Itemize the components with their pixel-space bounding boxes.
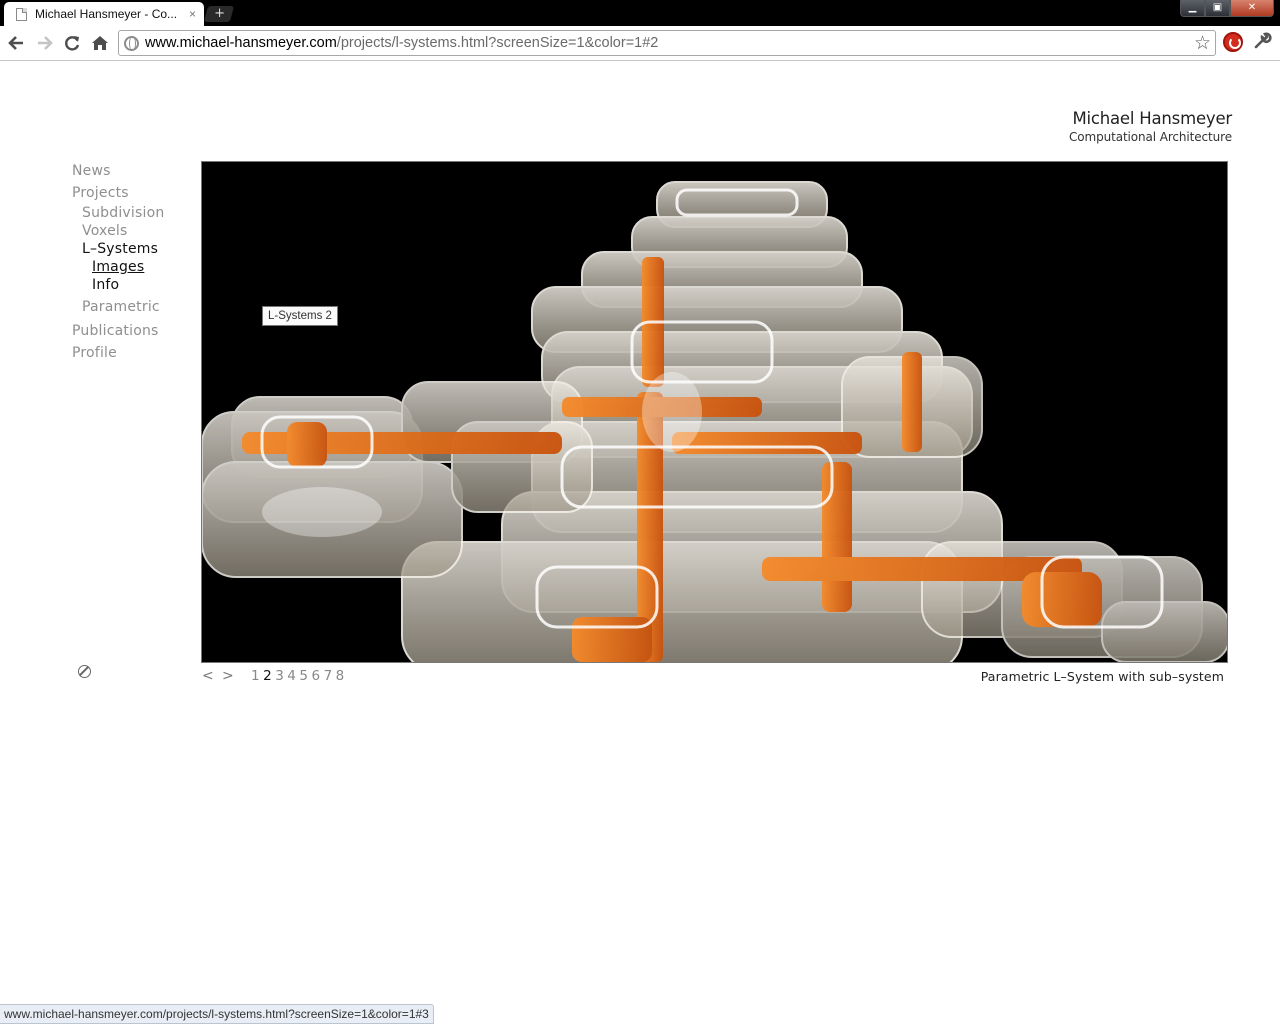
menu-item-voxels[interactable]: Voxels [82,223,127,239]
maximize-button[interactable]: ▣ [1205,0,1230,17]
arrow-left-icon [8,36,23,50]
reload-icon [65,36,80,51]
browser-titlebar: Michael Hansmeyer - Co... × + ▁ ▣ ✕ [0,0,1280,26]
menu-item-lsystems[interactable]: L–Systems [82,241,158,257]
window-controls: ▁ ▣ ✕ [1180,0,1274,18]
url-host: www.michael-hansmeyer.com [145,35,337,51]
menu-item-projects[interactable]: Projects [72,185,129,201]
menu-item-images[interactable]: Images [92,259,144,275]
globe-icon [124,36,139,51]
browser-tab[interactable]: Michael Hansmeyer - Co... × [4,2,204,26]
home-button[interactable] [89,32,111,54]
page-link-4[interactable]: 4 [287,668,296,684]
close-window-button[interactable]: ✕ [1230,0,1274,17]
menu-item-profile[interactable]: Profile [72,345,117,361]
minimize-button[interactable]: ▁ [1180,0,1205,17]
site-subtitle: Computational Architecture [1068,130,1232,144]
page-link-3[interactable]: 3 [275,668,284,684]
browser-toolbar: www.michael-hansmeyer.com/projects/l-sys… [0,26,1280,61]
star-icon[interactable]: ☆ [1194,32,1211,54]
arrow-right-icon [38,36,53,50]
page-link-6[interactable]: 6 [311,668,320,684]
image-caption: Parametric L–System with sub–system [980,669,1224,684]
page-link-1[interactable]: 1 [251,668,260,684]
url-path: /projects/l-systems.html?screenSize=1&co… [336,35,659,51]
menu-item-publications[interactable]: Publications [72,323,159,339]
settings-icon[interactable] [78,665,91,678]
menu-item-subdivision[interactable]: Subdivision [82,205,164,221]
prev-image-button[interactable]: < [202,668,222,684]
project-image[interactable] [201,161,1228,663]
new-tab-button[interactable]: + [203,6,235,22]
page-icon [16,7,27,21]
power-icon[interactable] [1223,32,1243,52]
plus-icon: + [213,6,225,21]
page-link-7[interactable]: 7 [324,668,333,684]
forward-button[interactable] [33,32,55,54]
menu-item-parametric[interactable]: Parametric [82,299,160,315]
reload-button[interactable] [61,32,83,54]
status-bar: www.michael-hansmeyer.com/projects/l-sys… [0,1004,434,1024]
site-title[interactable]: Michael Hansmeyer [1000,109,1232,128]
back-button[interactable] [6,32,28,54]
page-link-5[interactable]: 5 [299,668,308,684]
address-bar[interactable]: www.michael-hansmeyer.com/projects/l-sys… [118,30,1216,56]
page-link-2[interactable]: 2 [263,668,272,684]
image-pager: < > 1 2 3 4 5 6 7 8 [202,666,348,686]
menu-item-news[interactable]: News [72,163,111,179]
menu-item-info[interactable]: Info [92,277,119,293]
l-system-render [202,162,1227,662]
url-text[interactable]: www.michael-hansmeyer.com/projects/l-sys… [145,35,658,51]
next-image-button[interactable]: > [222,668,242,684]
page-link-8[interactable]: 8 [336,668,345,684]
tab-title: Michael Hansmeyer - Co... [35,7,178,21]
image-tooltip: L-Systems 2 [262,306,338,326]
tab-close-button[interactable]: × [189,7,196,21]
home-icon [92,36,108,50]
wrench-icon[interactable] [1254,32,1272,55]
